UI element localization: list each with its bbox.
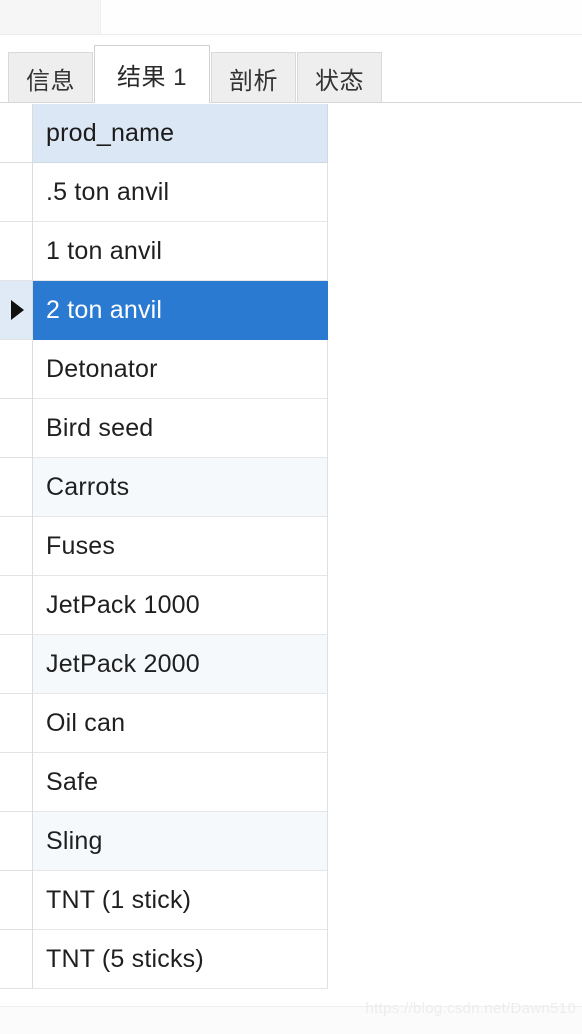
current-row-arrow-icon	[11, 300, 24, 320]
cell-prod-name[interactable]: JetPack 1000	[33, 576, 328, 635]
cell-prod-name[interactable]: Oil can	[33, 694, 328, 753]
cell-prod-name[interactable]: 1 ton anvil	[33, 222, 328, 281]
cell-prod-name[interactable]: .5 ton anvil	[33, 163, 328, 222]
toolbar-strip	[0, 0, 582, 36]
table-row[interactable]: Sling	[0, 812, 582, 871]
cell-prod-name[interactable]: Detonator	[33, 340, 328, 399]
column-header-prod-name[interactable]: prod_name	[33, 104, 328, 163]
cell-prod-name[interactable]: Fuses	[33, 517, 328, 576]
row-gutter[interactable]	[0, 340, 33, 399]
row-gutter[interactable]	[0, 222, 33, 281]
row-gutter[interactable]	[0, 281, 33, 340]
cell-prod-name[interactable]: JetPack 2000	[33, 635, 328, 694]
toolbar-left-panel	[0, 0, 101, 35]
tab-bar-baseline	[0, 102, 582, 103]
row-gutter[interactable]	[0, 753, 33, 812]
cell-prod-name[interactable]: Bird seed	[33, 399, 328, 458]
table-row[interactable]: Detonator	[0, 340, 582, 399]
header-gutter	[0, 104, 33, 163]
tab-profile[interactable]: 剖析	[211, 52, 297, 103]
row-gutter[interactable]	[0, 635, 33, 694]
row-gutter[interactable]	[0, 163, 33, 222]
table-row[interactable]: 1 ton anvil	[0, 222, 582, 281]
tab-info[interactable]: 信息	[8, 52, 93, 103]
table-row[interactable]: TNT (5 sticks)	[0, 930, 582, 989]
cell-prod-name[interactable]: Sling	[33, 812, 328, 871]
tab-bar-filler	[518, 45, 582, 103]
table-row[interactable]: Safe	[0, 753, 582, 812]
table-row[interactable]: Oil can	[0, 694, 582, 753]
row-gutter[interactable]	[0, 812, 33, 871]
tab-result-1[interactable]: 结果 1	[94, 45, 211, 104]
cell-prod-name[interactable]: TNT (5 sticks)	[33, 930, 328, 989]
cell-prod-name[interactable]: TNT (1 stick)	[33, 871, 328, 930]
row-gutter[interactable]	[0, 576, 33, 635]
cell-prod-name[interactable]: 2 ton anvil	[33, 281, 328, 340]
table-row[interactable]: 2 ton anvil	[0, 281, 582, 340]
row-gutter[interactable]	[0, 694, 33, 753]
result-tab-bar: 信息 结果 1 剖析 状态	[0, 45, 582, 104]
table-header-row: prod_name	[0, 104, 582, 163]
row-gutter[interactable]	[0, 458, 33, 517]
row-gutter[interactable]	[0, 930, 33, 989]
row-gutter[interactable]	[0, 399, 33, 458]
table-row[interactable]: TNT (1 stick)	[0, 871, 582, 930]
table-row[interactable]: JetPack 1000	[0, 576, 582, 635]
table-row[interactable]: Carrots	[0, 458, 582, 517]
cell-prod-name[interactable]: Safe	[33, 753, 328, 812]
tab-list: 信息 结果 1 剖析 状态	[8, 45, 383, 104]
table-row[interactable]: .5 ton anvil	[0, 163, 582, 222]
table-row[interactable]: Bird seed	[0, 399, 582, 458]
toolbar-right-panel	[101, 0, 582, 35]
row-gutter[interactable]	[0, 871, 33, 930]
toolbar-gap	[0, 35, 582, 45]
row-gutter[interactable]	[0, 517, 33, 576]
table-row[interactable]: JetPack 2000	[0, 635, 582, 694]
result-grid[interactable]: prod_name .5 ton anvil 1 ton anvil 2 ton an…	[0, 104, 582, 1010]
tab-status[interactable]: 状态	[297, 52, 383, 103]
watermark-text: https://blog.csdn.net/Dawn510	[365, 1000, 576, 1017]
table-row[interactable]: Fuses	[0, 517, 582, 576]
cell-prod-name[interactable]: Carrots	[33, 458, 328, 517]
